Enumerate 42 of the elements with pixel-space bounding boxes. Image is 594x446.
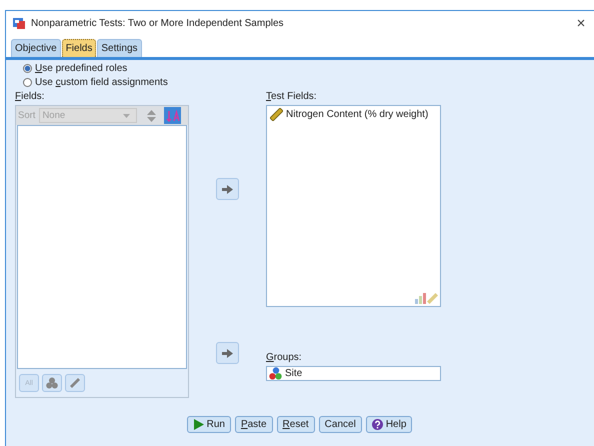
arrow-icon	[222, 184, 233, 194]
tab[interactable]: Fields	[62, 39, 96, 57]
bar-chart-icon	[415, 293, 426, 304]
radio-button[interactable]	[23, 64, 32, 73]
ruler-icon	[270, 108, 283, 121]
sort-icon	[166, 108, 180, 122]
field-name: Nitrogen Content (% dry weight)	[286, 109, 428, 120]
ruler-icon	[69, 377, 81, 389]
dialog-button[interactable]: Cancel	[318, 416, 362, 433]
window-title: Nonparametric Tests: Two or More Independent Samples	[31, 18, 285, 28]
circles-icon	[46, 377, 58, 389]
groups-field[interactable]: Site	[266, 366, 441, 381]
play-icon	[192, 419, 204, 430]
sort-label: Sort	[18, 110, 36, 121]
sort-order-icon[interactable]	[147, 108, 156, 122]
radio-button[interactable]	[23, 78, 32, 87]
run-button[interactable]: Run	[186, 416, 231, 433]
scale-filter-button[interactable]	[65, 374, 85, 392]
radio-label: Use custom field assignments	[35, 77, 168, 88]
circles-icon	[269, 367, 282, 380]
caret-icon	[123, 114, 130, 118]
arrow-icon	[222, 348, 233, 358]
help-button[interactable]: Help	[366, 416, 412, 433]
app-icon	[12, 16, 26, 30]
field-name: Site	[285, 368, 302, 379]
radio-label: Use predefined roles	[35, 63, 128, 74]
tab[interactable]: Settings	[97, 39, 142, 57]
fields-list[interactable]	[17, 125, 187, 369]
move-to-test-fields-button[interactable]	[216, 178, 239, 200]
help-icon	[372, 419, 383, 430]
tab[interactable]: Objective	[11, 39, 61, 57]
groups-label: Groups:	[266, 352, 302, 364]
move-to-groups-button[interactable]	[216, 342, 239, 364]
ruler-icon	[427, 293, 438, 304]
test-fields-label: Test Fields:	[266, 91, 317, 103]
dialog-button[interactable]: Reset	[276, 416, 315, 433]
nominal-filter-button[interactable]	[42, 374, 62, 392]
test-fields-list[interactable]: Nitrogen Content (% dry weight)	[266, 105, 441, 307]
fields-label: Fields:	[15, 91, 44, 103]
sort-button[interactable]	[164, 107, 182, 124]
close-button[interactable]: ×	[570, 14, 592, 32]
dialog-button[interactable]: Paste	[234, 416, 273, 433]
